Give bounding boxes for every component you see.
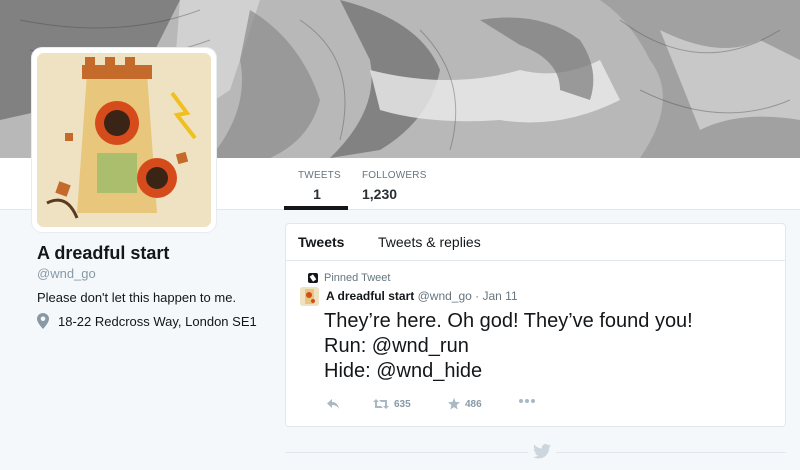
footer-bird [528,444,556,460]
tweets-stat[interactable]: TWEETS 1 [298,170,341,202]
pinned-tweet-text: Pinned Tweet [324,272,391,284]
tweets-stat-value: 1 [313,186,321,202]
more-icon [519,399,535,403]
pin-icon [308,273,318,283]
profile-location-text: 18-22 Redcross Way, London SE1 [58,313,257,329]
reply-icon [327,399,339,409]
followers-stat-label: FOLLOWERS [362,170,427,181]
profile-location: 18-22 Redcross Way, London SE1 [37,313,257,329]
star-icon [448,398,460,410]
tab-tweets[interactable]: Tweets [298,234,344,250]
tweet-line: They’re here. Oh god! They’ve found you! [324,310,693,332]
profile-bio: Please don't let this happen to me. [37,290,237,305]
tweets-stat-label: TWEETS [298,170,341,181]
tweet-line[interactable]: Run: @wnd_run [324,334,779,359]
pinned-tweet-label: Pinned Tweet [308,272,390,284]
tweet-line[interactable]: Hide: @wnd_hide [324,359,779,384]
profile-handle[interactable]: @wnd_go [37,266,96,281]
tweet-author-name[interactable]: A dreadful start [326,289,414,303]
retweet-count: 635 [394,398,411,410]
timeline-tabs: Tweets Tweets & replies [286,224,785,261]
tab-tweets-and-replies[interactable]: Tweets & replies [378,234,481,250]
like-button[interactable]: 486 [448,398,482,410]
retweet-icon [373,399,389,409]
more-button[interactable] [518,398,536,404]
tweet-text: They’re here. Oh god! They’ve found you!… [324,309,779,384]
profile-avatar[interactable] [32,48,216,232]
active-stat-indicator [284,206,348,210]
location-pin-icon [37,313,49,329]
tweet-meta[interactable]: @wnd_go · Jan 11 [418,289,518,303]
twitter-bird-icon [533,444,551,459]
avatar-image [37,53,211,227]
reply-button[interactable] [326,398,340,410]
followers-stat[interactable]: FOLLOWERS 1,230 [362,170,427,202]
tweet-header: A dreadful start @wnd_go · Jan 11 [326,289,518,303]
like-count: 486 [465,398,482,410]
followers-stat-value: 1,230 [362,186,398,202]
retweet-button[interactable]: 635 [373,398,411,410]
profile-name[interactable]: A dreadful start [37,243,169,264]
timeline: Tweets Tweets & replies Pinned Tweet A d… [285,223,786,427]
tweet-avatar[interactable] [300,287,319,306]
